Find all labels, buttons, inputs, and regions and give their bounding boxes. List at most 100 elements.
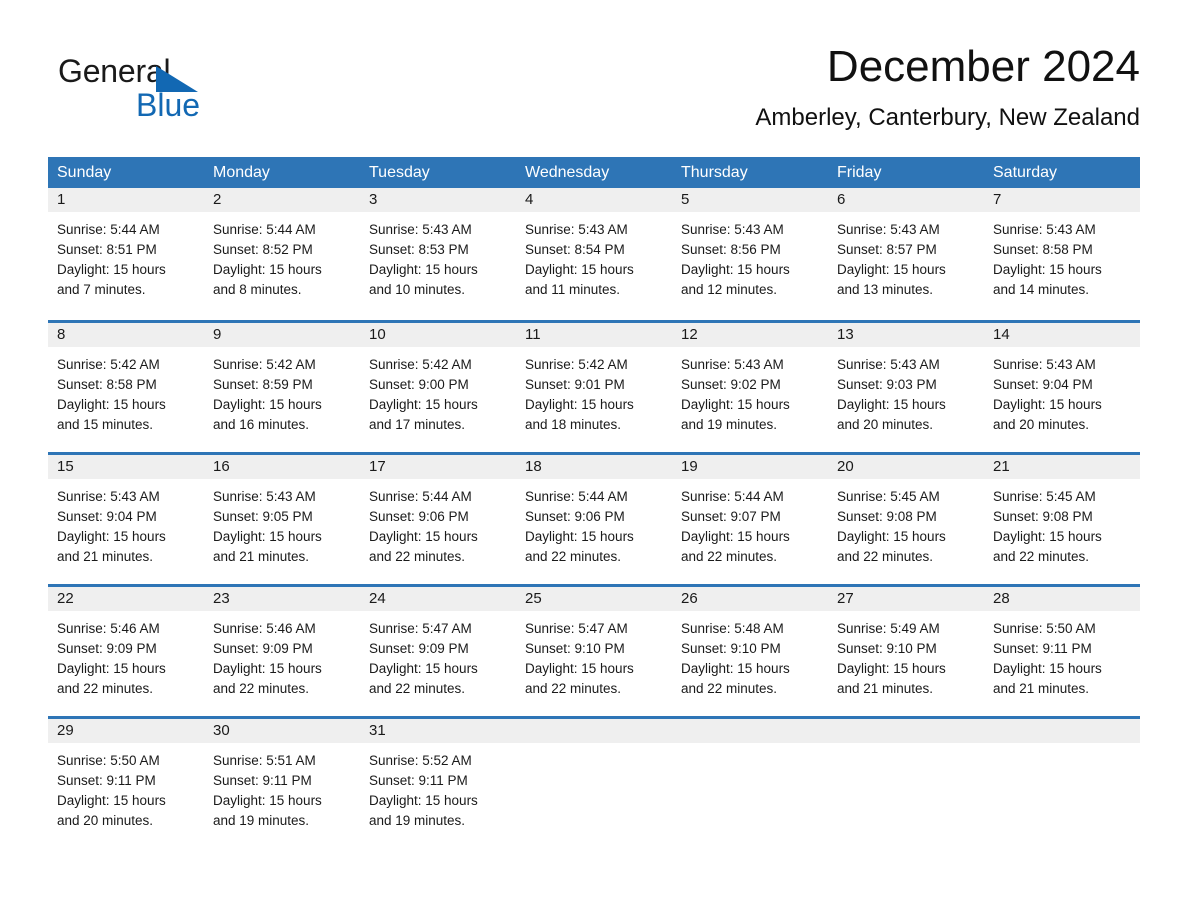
title-block: December 2024 Amberley, Canterbury, New … [380, 40, 1140, 134]
calendar-day-cell[interactable]: 13 Sunrise: 5:43 AM Sunset: 9:03 PM Dayligh… [828, 323, 984, 452]
generalblue-logo[interactable]: General Blue [58, 52, 238, 128]
sunrise-time: Sunrise: 5:47 AM [369, 621, 472, 636]
sunset-time: Sunset: 9:11 PM [213, 773, 312, 788]
sunrise-time: Sunrise: 5:45 AM [837, 489, 940, 504]
sunrise-time: Sunrise: 5:43 AM [213, 489, 316, 504]
day-number: 31 [360, 719, 516, 743]
day-number: 27 [828, 587, 984, 611]
day-details: Sunrise: 5:43 AM Sunset: 8:56 PM Daylight:… [672, 212, 828, 300]
daylight-duration-line1: Daylight: 15 hours [525, 262, 634, 277]
daylight-duration-line2: and 19 minutes. [369, 813, 466, 828]
calendar-day-cell[interactable]: 26 Sunrise: 5:48 AM Sunset: 9:10 PM Dayligh… [672, 587, 828, 716]
day-details: Sunrise: 5:43 AM Sunset: 9:04 PM Daylight:… [984, 347, 1140, 435]
day-details: Sunrise: 5:42 AM Sunset: 8:59 PM Daylight:… [204, 347, 360, 435]
calendar-day-cell[interactable]: 27 Sunrise: 5:49 AM Sunset: 9:10 PM Dayligh… [828, 587, 984, 716]
daylight-duration-line1: Daylight: 15 hours [681, 262, 790, 277]
calendar-day-cell[interactable]: 6 Sunrise: 5:43 AM Sunset: 8:57 PM Daylight… [828, 188, 984, 320]
day-number [672, 719, 828, 743]
daylight-duration-line1: Daylight: 15 hours [369, 262, 478, 277]
sunrise-time: Sunrise: 5:43 AM [993, 357, 1096, 372]
calendar-day-cell[interactable]: 19 Sunrise: 5:44 AM Sunset: 9:07 PM Dayligh… [672, 455, 828, 584]
calendar-day-cell[interactable]: 25 Sunrise: 5:47 AM Sunset: 9:10 PM Dayligh… [516, 587, 672, 716]
calendar-day-cell[interactable]: 28 Sunrise: 5:50 AM Sunset: 9:11 PM Dayligh… [984, 587, 1140, 716]
sunset-time: Sunset: 8:53 PM [369, 242, 469, 257]
calendar-day-cell[interactable]: 8 Sunrise: 5:42 AM Sunset: 8:58 PM Daylight… [48, 323, 204, 452]
daylight-duration-line2: and 12 minutes. [681, 282, 778, 297]
daylight-duration-line1: Daylight: 15 hours [213, 529, 322, 544]
daylight-duration-line2: and 22 minutes. [681, 681, 778, 696]
calendar-day-cell[interactable]: 5 Sunrise: 5:43 AM Sunset: 8:56 PM Daylight… [672, 188, 828, 320]
calendar-day-cell[interactable]: 10 Sunrise: 5:42 AM Sunset: 9:00 PM Dayligh… [360, 323, 516, 452]
calendar-day-cell[interactable]: 31 Sunrise: 5:52 AM Sunset: 9:11 PM Dayligh… [360, 719, 516, 848]
calendar-day-cell[interactable]: 21 Sunrise: 5:45 AM Sunset: 9:08 PM Dayligh… [984, 455, 1140, 584]
calendar-day-cell[interactable]: 12 Sunrise: 5:43 AM Sunset: 9:02 PM Dayligh… [672, 323, 828, 452]
sunset-time: Sunset: 9:04 PM [57, 509, 157, 524]
day-number: 16 [204, 455, 360, 479]
daylight-duration-line2: and 16 minutes. [213, 417, 310, 432]
daylight-duration-line1: Daylight: 15 hours [993, 262, 1102, 277]
sunset-time: Sunset: 9:10 PM [837, 641, 937, 656]
daylight-duration-line2: and 22 minutes. [525, 681, 622, 696]
calendar-day-cell[interactable]: 14 Sunrise: 5:43 AM Sunset: 9:04 PM Dayligh… [984, 323, 1140, 452]
daylight-duration-line1: Daylight: 15 hours [681, 529, 790, 544]
day-details: Sunrise: 5:49 AM Sunset: 9:10 PM Daylight:… [828, 611, 984, 699]
day-number: 4 [516, 188, 672, 212]
day-number: 28 [984, 587, 1140, 611]
sunrise-time: Sunrise: 5:43 AM [837, 357, 940, 372]
page-header: General Blue December 2024 Amberley, Can… [48, 40, 1140, 148]
calendar-day-cell[interactable]: 15 Sunrise: 5:43 AM Sunset: 9:04 PM Dayligh… [48, 455, 204, 584]
daylight-duration-line2: and 7 minutes. [57, 282, 146, 297]
daylight-duration-line2: and 13 minutes. [837, 282, 934, 297]
sunrise-time: Sunrise: 5:48 AM [681, 621, 784, 636]
daylight-duration-line2: and 20 minutes. [837, 417, 934, 432]
sunrise-time: Sunrise: 5:43 AM [681, 357, 784, 372]
calendar-day-cell[interactable]: 3 Sunrise: 5:43 AM Sunset: 8:53 PM Daylight… [360, 188, 516, 320]
day-number: 7 [984, 188, 1140, 212]
day-details: Sunrise: 5:43 AM Sunset: 9:05 PM Daylight:… [204, 479, 360, 567]
calendar-day-cell[interactable]: 9 Sunrise: 5:42 AM Sunset: 8:59 PM Daylight… [204, 323, 360, 452]
page-title: December 2024 [826, 42, 1140, 91]
day-details: Sunrise: 5:50 AM Sunset: 9:11 PM Daylight:… [48, 743, 204, 831]
calendar-day-cell[interactable]: 23 Sunrise: 5:46 AM Sunset: 9:09 PM Dayligh… [204, 587, 360, 716]
daylight-duration-line2: and 11 minutes. [525, 282, 621, 297]
sunset-time: Sunset: 9:01 PM [525, 377, 625, 392]
calendar-day-cell[interactable]: 22 Sunrise: 5:46 AM Sunset: 9:09 PM Dayligh… [48, 587, 204, 716]
day-number: 30 [204, 719, 360, 743]
sunrise-time: Sunrise: 5:49 AM [837, 621, 940, 636]
sunset-time: Sunset: 9:02 PM [681, 377, 781, 392]
daylight-duration-line1: Daylight: 15 hours [993, 397, 1102, 412]
calendar-day-cell[interactable]: 4 Sunrise: 5:43 AM Sunset: 8:54 PM Daylight… [516, 188, 672, 320]
day-details: Sunrise: 5:44 AM Sunset: 9:06 PM Daylight:… [360, 479, 516, 567]
calendar-day-cell[interactable]: 17 Sunrise: 5:44 AM Sunset: 9:06 PM Dayligh… [360, 455, 516, 584]
day-number [984, 719, 1140, 743]
daylight-duration-line2: and 22 minutes. [213, 681, 310, 696]
daylight-duration-line1: Daylight: 15 hours [369, 661, 478, 676]
daylight-duration-line2: and 22 minutes. [369, 549, 466, 564]
day-number: 26 [672, 587, 828, 611]
day-details: Sunrise: 5:43 AM Sunset: 8:54 PM Daylight:… [516, 212, 672, 300]
calendar-day-cell[interactable]: 1 Sunrise: 5:44 AM Sunset: 8:51 PM Daylight… [48, 188, 204, 320]
day-details: Sunrise: 5:47 AM Sunset: 9:09 PM Daylight:… [360, 611, 516, 699]
calendar-day-cell[interactable]: 24 Sunrise: 5:47 AM Sunset: 9:09 PM Dayligh… [360, 587, 516, 716]
sunrise-time: Sunrise: 5:45 AM [993, 489, 1096, 504]
calendar-day-cell[interactable]: 16 Sunrise: 5:43 AM Sunset: 9:05 PM Dayligh… [204, 455, 360, 584]
calendar-day-cell[interactable]: 11 Sunrise: 5:42 AM Sunset: 9:01 PM Dayligh… [516, 323, 672, 452]
calendar-weeks: 1 Sunrise: 5:44 AM Sunset: 8:51 PM Daylight… [48, 188, 1140, 848]
daylight-duration-line2: and 22 minutes. [993, 549, 1090, 564]
calendar-day-cell[interactable]: 7 Sunrise: 5:43 AM Sunset: 8:58 PM Daylight… [984, 188, 1140, 320]
calendar-week-row: 1 Sunrise: 5:44 AM Sunset: 8:51 PM Daylight… [48, 188, 1140, 320]
calendar-day-cell[interactable]: 18 Sunrise: 5:44 AM Sunset: 9:06 PM Dayligh… [516, 455, 672, 584]
weekday-header-saturday: Saturday [993, 164, 1058, 181]
calendar-week-row: 29 Sunrise: 5:50 AM Sunset: 9:11 PM Dayligh… [48, 716, 1140, 848]
daylight-duration-line1: Daylight: 15 hours [525, 661, 634, 676]
calendar-day-cell[interactable]: 29 Sunrise: 5:50 AM Sunset: 9:11 PM Dayligh… [48, 719, 204, 848]
day-details: Sunrise: 5:43 AM Sunset: 8:57 PM Daylight:… [828, 212, 984, 300]
calendar-day-cell[interactable]: 20 Sunrise: 5:45 AM Sunset: 9:08 PM Dayligh… [828, 455, 984, 584]
daylight-duration-line2: and 22 minutes. [57, 681, 154, 696]
daylight-duration-line1: Daylight: 15 hours [369, 397, 478, 412]
calendar-day-cell[interactable]: 30 Sunrise: 5:51 AM Sunset: 9:11 PM Dayligh… [204, 719, 360, 848]
daylight-duration-line2: and 22 minutes. [525, 549, 622, 564]
daylight-duration-line2: and 14 minutes. [993, 282, 1090, 297]
calendar-day-cell[interactable]: 2 Sunrise: 5:44 AM Sunset: 8:52 PM Daylight… [204, 188, 360, 320]
sunset-time: Sunset: 8:57 PM [837, 242, 937, 257]
